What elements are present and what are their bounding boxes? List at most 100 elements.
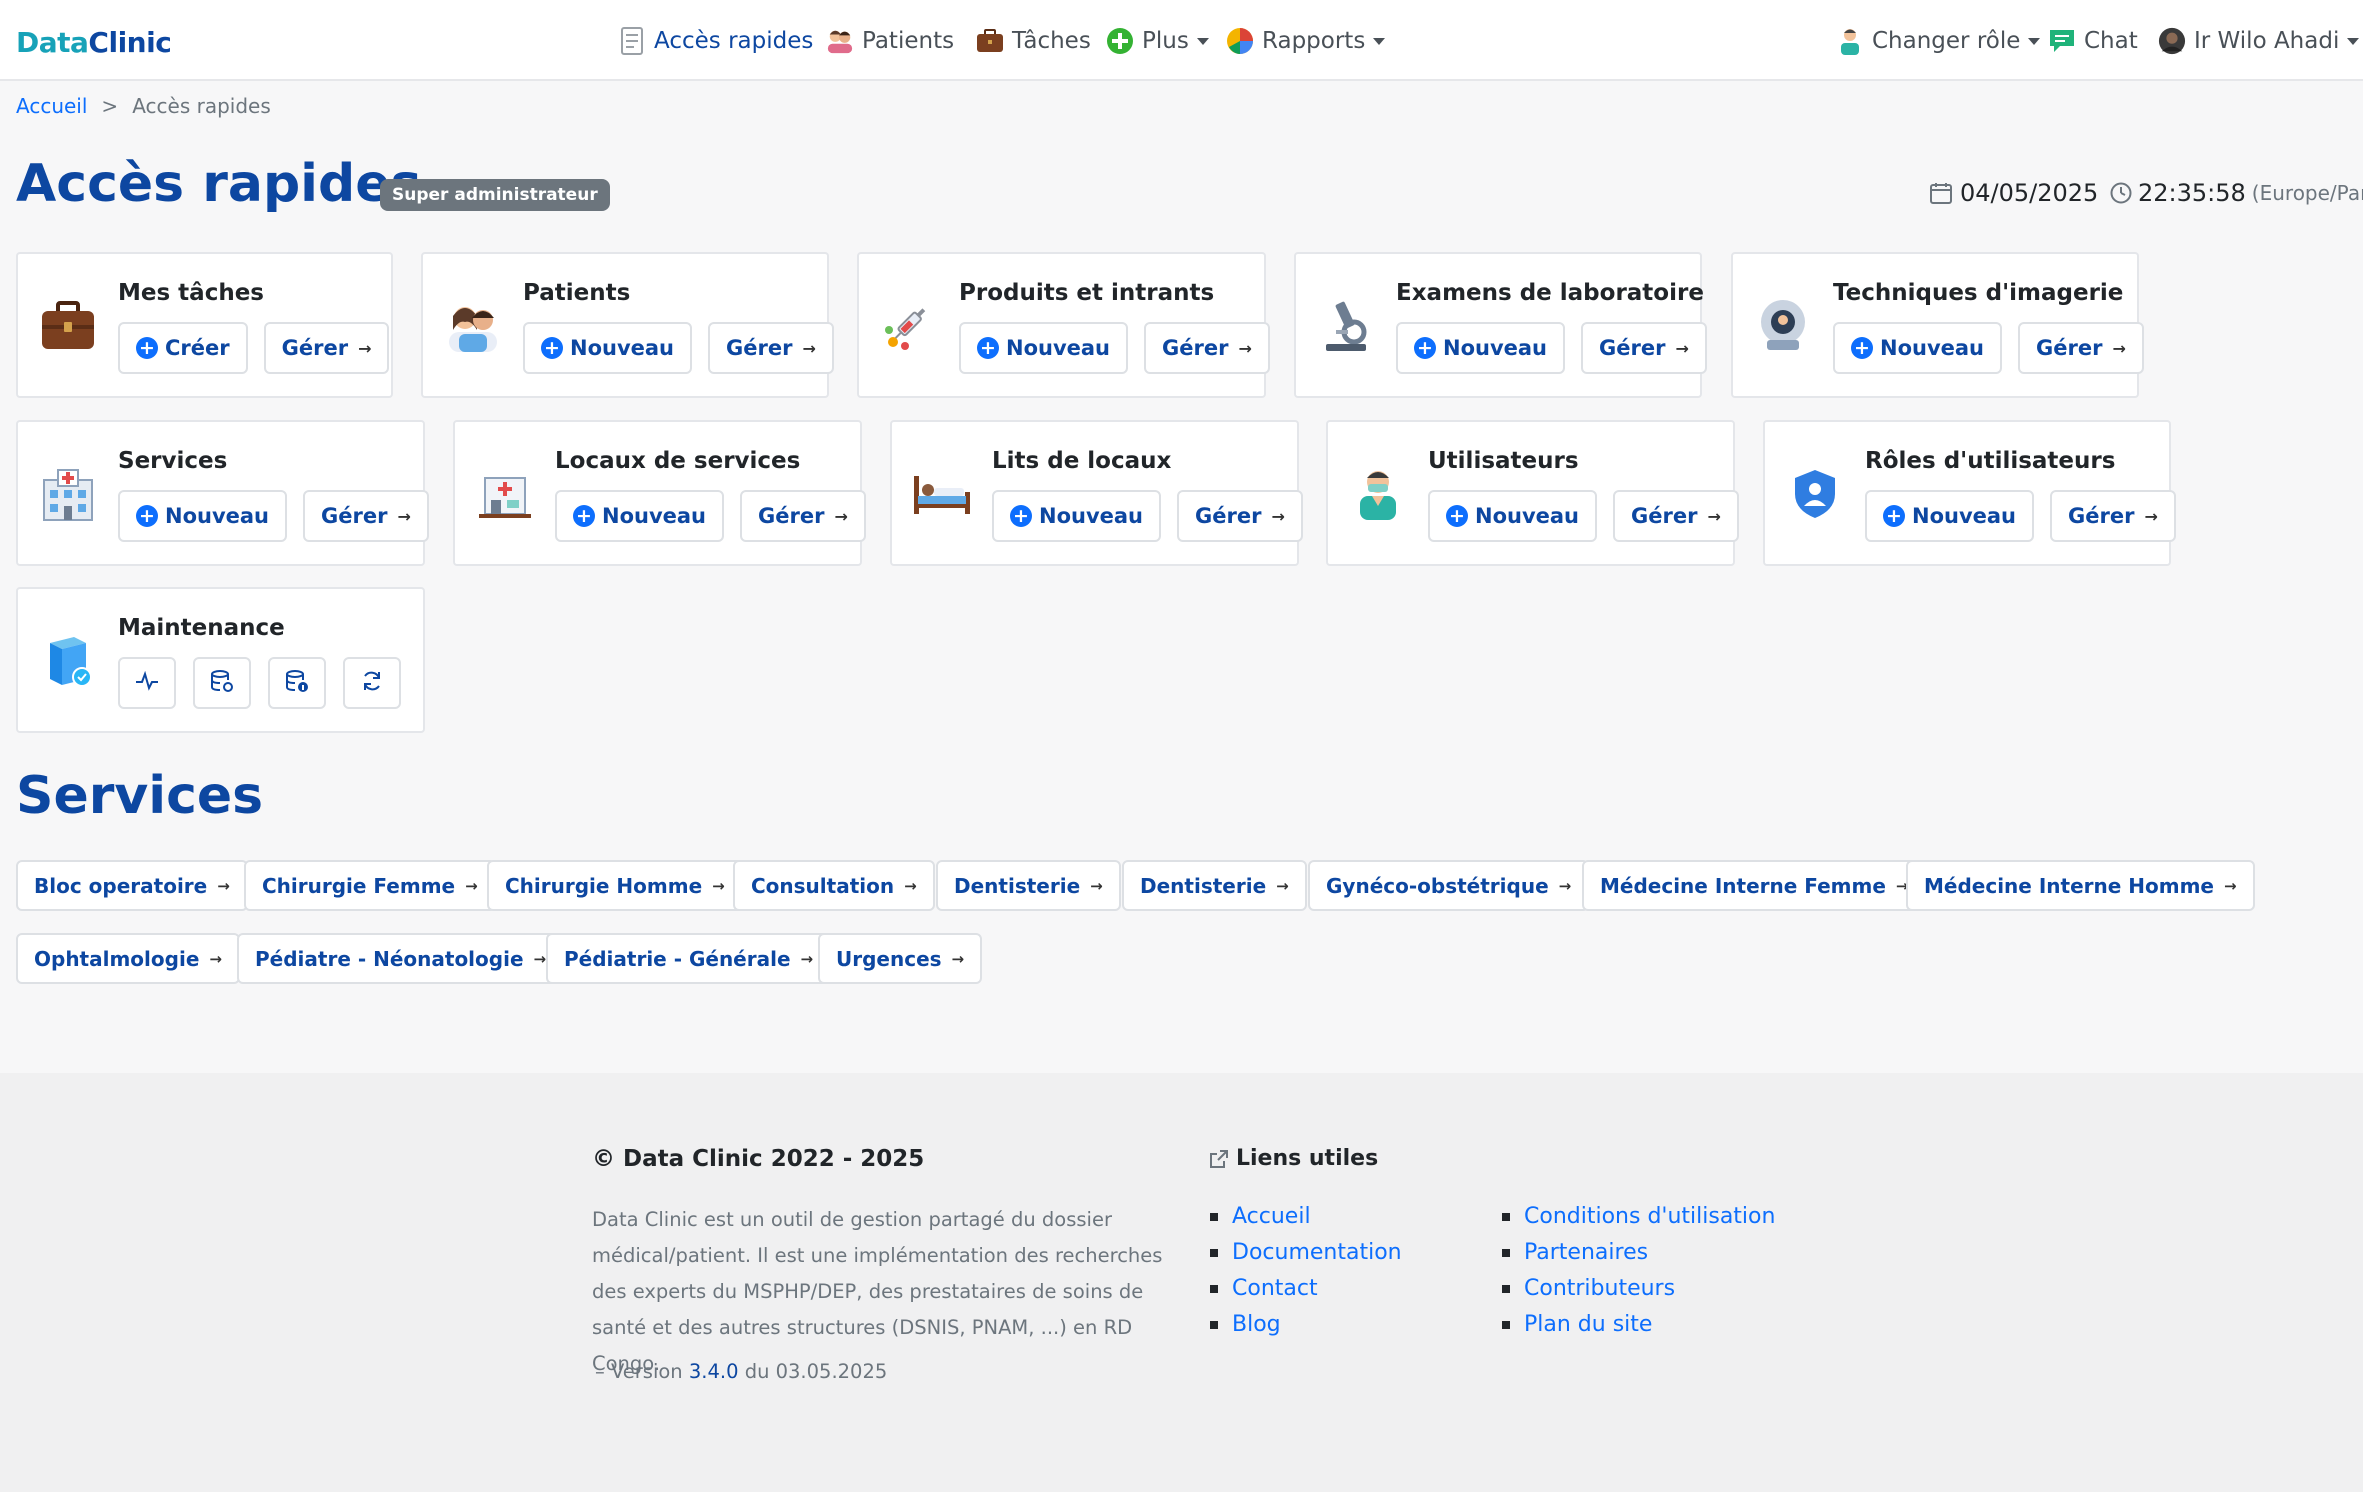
btn-label: Nouveau	[1006, 336, 1111, 360]
footer-link[interactable]: Contributeurs	[1502, 1271, 1775, 1307]
nav-acces-rapides[interactable]: Accès rapides	[618, 22, 813, 60]
service-link[interactable]: Chirurgie Homme →	[487, 860, 743, 911]
service-label: Dentisterie	[954, 873, 1081, 898]
btn-label: Gérer	[758, 504, 825, 528]
nav-chat-label: Chat	[2084, 28, 2138, 54]
manage-imaging-button[interactable]: Gérer →	[2018, 322, 2144, 374]
new-user-button[interactable]: + Nouveau	[1428, 490, 1598, 542]
card-examens-laboratoire: Examens de laboratoire + Nouveau Gérer →	[1294, 252, 1707, 398]
arrow-right-icon: →	[1090, 876, 1103, 895]
footer-link[interactable]: Blog	[1210, 1307, 1402, 1343]
service-link[interactable]: Chirurgie Femme →	[244, 860, 496, 911]
manage-tasks-button[interactable]: Gérer →	[263, 322, 390, 374]
btn-label: Créer	[165, 336, 230, 360]
services-section-title: Services	[16, 766, 264, 826]
arrow-right-icon: →	[2144, 506, 2158, 526]
btn-label: Nouveau	[1912, 504, 2017, 528]
nav-rapports-dropdown[interactable]: Rapports	[1226, 22, 1386, 60]
nav-plus-label: Plus	[1142, 28, 1189, 54]
plus-icon: +	[1414, 337, 1436, 359]
plus-icon: +	[977, 337, 999, 359]
service-label: Chirurgie Homme	[505, 873, 703, 898]
version-link[interactable]: 3.4.0	[689, 1360, 739, 1383]
chevron-down-icon	[1196, 37, 1209, 45]
footer-link[interactable]: Accueil	[1210, 1199, 1402, 1235]
new-service-button[interactable]: + Nouveau	[118, 490, 288, 542]
service-link[interactable]: Dentisterie →	[936, 860, 1121, 911]
patients-icon	[443, 296, 503, 356]
new-lab-exam-button[interactable]: + Nouveau	[1396, 322, 1566, 374]
service-link[interactable]: Consultation →	[733, 860, 935, 911]
service-link[interactable]: Pédiatre - Néonatologie →	[237, 933, 565, 984]
nav-changer-role-dropdown[interactable]: Changer rôle	[1836, 22, 2041, 60]
manage-beds-button[interactable]: Gérer →	[1177, 490, 1303, 542]
database-settings-button[interactable]	[193, 657, 251, 709]
service-link[interactable]: Bloc operatoire →	[16, 860, 248, 911]
arrow-right-icon: →	[834, 506, 848, 526]
plus-icon: +	[541, 337, 563, 359]
database-info-button[interactable]	[268, 657, 326, 709]
new-product-button[interactable]: + Nouveau	[959, 322, 1129, 374]
arrow-right-icon: →	[397, 506, 411, 526]
version-suffix: du 03.05.2025	[744, 1360, 888, 1383]
create-task-button[interactable]: + Créer	[118, 322, 248, 374]
doctor-icon	[1348, 464, 1408, 524]
service-link[interactable]: Ophtalmologie →	[16, 933, 240, 984]
card-mes-taches: Mes tâches + Créer Gérer →	[16, 252, 393, 398]
new-imaging-button[interactable]: + Nouveau	[1833, 322, 2003, 374]
nav-taches-label: Tâches	[1012, 28, 1091, 54]
manage-lab-exams-button[interactable]: Gérer →	[1581, 322, 1707, 374]
new-patient-button[interactable]: + Nouveau	[523, 322, 693, 374]
arrow-right-icon: →	[2223, 876, 2237, 895]
nav-user-label: Ir Wilo Ahadi	[2194, 28, 2340, 54]
nav-chat[interactable]: Chat	[2048, 22, 2138, 60]
service-link[interactable]: Dentisterie →	[1122, 860, 1307, 911]
service-link[interactable]: Urgences →	[818, 933, 983, 984]
avatar	[2158, 27, 2186, 55]
sync-button[interactable]	[343, 657, 401, 709]
footer-link[interactable]: Partenaires	[1502, 1235, 1775, 1271]
service-link[interactable]: Médecine Interne Femme →	[1582, 860, 1927, 911]
plus-icon: +	[1851, 337, 1873, 359]
card-lits-locaux: Lits de locaux + Nouveau Gérer →	[890, 420, 1303, 566]
nav-patients[interactable]: Patients	[826, 22, 954, 60]
health-check-button[interactable]	[118, 657, 176, 709]
footer-link[interactable]: Conditions d'utilisation	[1502, 1199, 1775, 1235]
footer-link[interactable]: Plan du site	[1502, 1307, 1775, 1343]
manage-products-button[interactable]: Gérer →	[1144, 322, 1270, 374]
nav-plus-dropdown[interactable]: Plus	[1106, 22, 1209, 60]
footer-link[interactable]: Contact	[1210, 1271, 1402, 1307]
new-role-button[interactable]: + Nouveau	[1865, 490, 2035, 542]
nav-rapports-label: Rapports	[1262, 28, 1366, 54]
manage-roles-button[interactable]: Gérer →	[2050, 490, 2176, 542]
nav-user-dropdown[interactable]: Ir Wilo Ahadi	[2158, 22, 2360, 60]
manage-patients-button[interactable]: Gérer →	[708, 322, 834, 374]
calendar-icon	[1930, 182, 1952, 204]
syringe-pills-icon	[879, 296, 939, 356]
date-display: 04/05/2025	[1930, 179, 2098, 207]
footer-copyright: © Data Clinic 2022 - 2025	[592, 1146, 925, 1172]
arrow-right-icon: →	[951, 949, 965, 968]
service-link[interactable]: Pédiatrie - Générale →	[546, 933, 832, 984]
service-label: Médecine Interne Homme	[1924, 873, 2214, 898]
btn-label: Nouveau	[1039, 504, 1144, 528]
nav-taches[interactable]: Tâches	[976, 22, 1091, 60]
arrow-right-icon: →	[1238, 338, 1252, 358]
pie-chart-icon	[1226, 27, 1254, 55]
service-link[interactable]: Gynéco-obstétrique →	[1308, 860, 1590, 911]
manage-locals-button[interactable]: Gérer →	[740, 490, 866, 542]
brand-logo[interactable]: DataClinic	[16, 26, 172, 59]
breadcrumb-home[interactable]: Accueil	[16, 94, 87, 118]
service-label: Gynéco-obstétrique	[1326, 873, 1549, 898]
new-local-button[interactable]: + Nouveau	[555, 490, 725, 542]
card-title: Lits de locaux	[992, 448, 1172, 474]
card-patients: Patients + Nouveau Gérer →	[421, 252, 834, 398]
footer-link[interactable]: Documentation	[1210, 1235, 1402, 1271]
new-bed-button[interactable]: + Nouveau	[992, 490, 1162, 542]
database-info-icon	[285, 669, 309, 697]
service-link[interactable]: Médecine Interne Homme →	[1906, 860, 2255, 911]
arrow-right-icon: →	[533, 949, 547, 968]
manage-users-button[interactable]: Gérer →	[1613, 490, 1739, 542]
card-title: Mes tâches	[118, 280, 264, 306]
manage-services-button[interactable]: Gérer →	[303, 490, 429, 542]
